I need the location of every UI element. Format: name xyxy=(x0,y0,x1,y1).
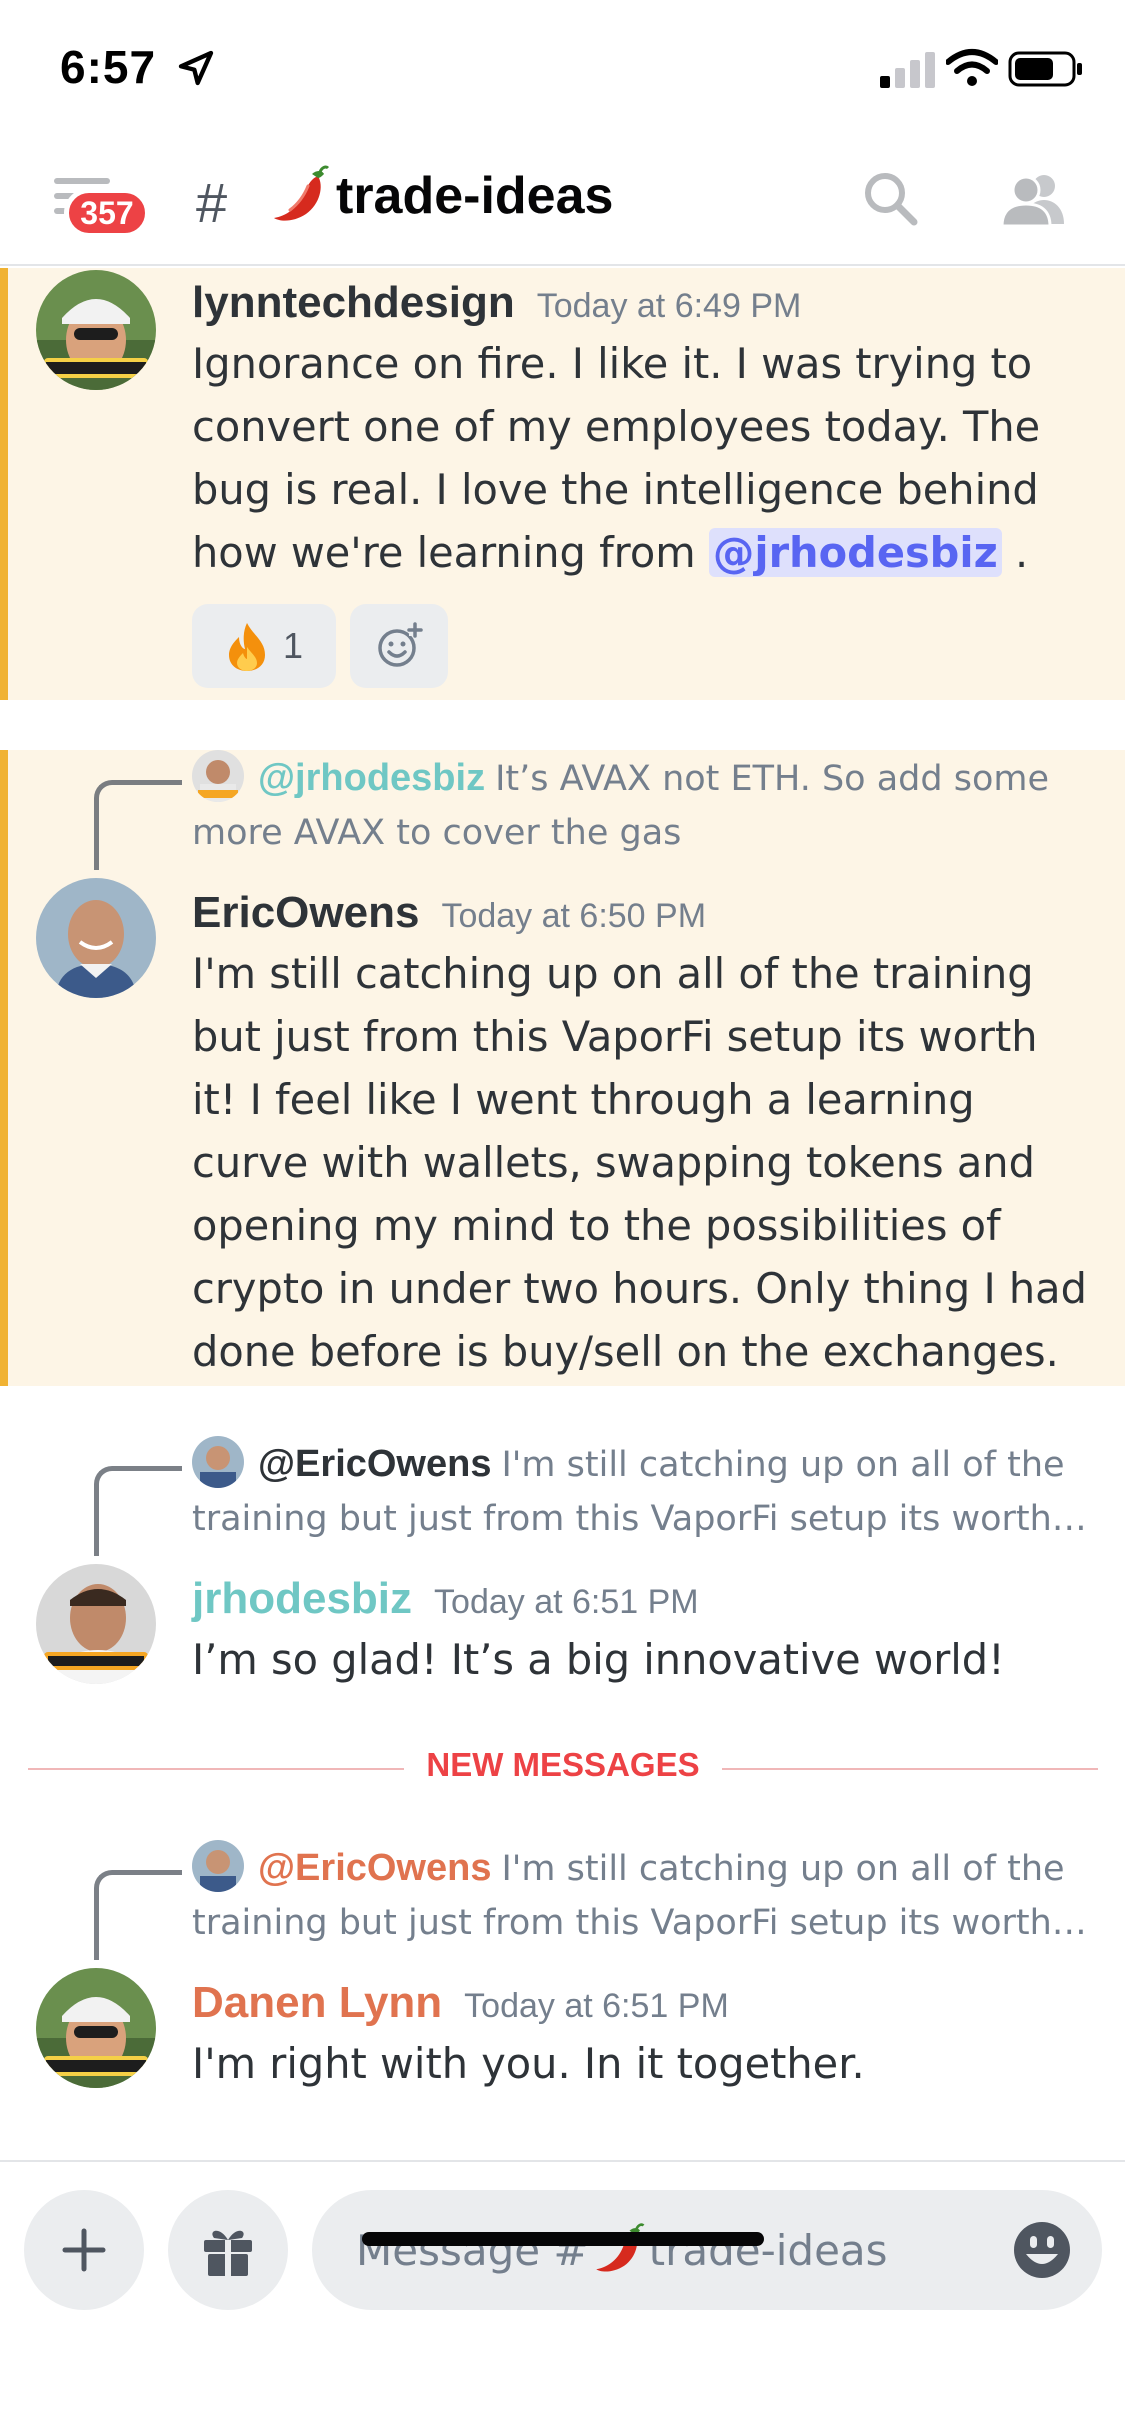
avatar[interactable] xyxy=(36,1564,156,1684)
reaction-count: 1 xyxy=(282,625,304,666)
reply-avatar xyxy=(192,750,244,802)
gift-button[interactable] xyxy=(168,2190,288,2310)
fire-reaction[interactable]: 1 xyxy=(192,604,336,688)
user-mention[interactable]: @jrhodesbiz xyxy=(708,528,1002,577)
channel-name: trade-ideas xyxy=(336,167,614,225)
avatar[interactable] xyxy=(36,878,156,998)
message-jrhodesbiz[interactable]: @EricOwens I'm still catching up on all o… xyxy=(0,1436,1125,1696)
author-name[interactable]: EricOwens xyxy=(192,888,419,938)
message-lynntechdesign[interactable]: lynntechdesign Today at 6:49 PM Ignoranc… xyxy=(0,268,1125,700)
reply-avatar xyxy=(192,1840,244,1892)
reply-text: It’s AVAX not ETH. So add some xyxy=(495,759,1049,799)
add-reaction-icon xyxy=(378,622,423,667)
channel-header: 357 # trade-ideas xyxy=(0,140,1125,266)
message-text: Ignorance on fire. I like it. I was tryi… xyxy=(192,332,1092,584)
message-text: I'm right with you. In it together. xyxy=(192,2039,865,2088)
unread-badge: 357 xyxy=(64,188,150,238)
fire-icon xyxy=(228,623,265,671)
reply-text: I'm still catching up on all of the xyxy=(501,1849,1065,1889)
avatar[interactable] xyxy=(36,270,156,390)
message-text: I'm still catching up on all of the trai… xyxy=(192,949,1087,1376)
reactions: 1 xyxy=(192,604,448,688)
author-name[interactable]: jrhodesbiz xyxy=(192,1574,412,1624)
timestamp: Today at 6:51 PM xyxy=(434,1583,699,1621)
message-text: I’m so glad! It’s a big innovative world… xyxy=(192,1635,1005,1684)
reply-author[interactable]: @jrhodesbiz xyxy=(258,757,485,799)
members-icon[interactable] xyxy=(1000,170,1066,226)
channel-title[interactable]: trade-ideas xyxy=(268,164,613,228)
new-messages-label: NEW MESSAGES xyxy=(426,1746,700,1783)
reply-author[interactable]: @EricOwens xyxy=(258,1443,491,1485)
author-name[interactable]: lynntechdesign xyxy=(192,278,515,328)
reply-reference[interactable]: @EricOwens I'm still catching up on all o… xyxy=(192,1840,1092,1950)
avatar[interactable] xyxy=(36,1968,156,2088)
add-reaction-button[interactable] xyxy=(350,604,448,688)
reply-connector xyxy=(94,1466,182,1556)
reply-avatar xyxy=(192,1436,244,1488)
battery-icon xyxy=(1008,51,1082,87)
reply-author[interactable]: @EricOwens xyxy=(258,1847,491,1889)
gift-icon xyxy=(204,2230,252,2276)
pepper-icon xyxy=(595,2223,645,2272)
wifi-icon xyxy=(946,49,998,86)
reply-text: training but just from this VaporFi setu… xyxy=(192,1903,1087,1943)
location-arrow-icon xyxy=(178,50,214,86)
reply-text: more AVAX to cover the gas xyxy=(192,813,682,853)
reply-reference[interactable]: @EricOwens I'm still catching up on all o… xyxy=(192,1436,1092,1546)
reply-connector xyxy=(94,780,182,870)
reply-text: training but just from this VaporFi setu… xyxy=(192,1499,1087,1539)
plus-icon xyxy=(62,2228,106,2272)
emoji-icon[interactable] xyxy=(1012,2220,1072,2280)
message-text-part: . xyxy=(1001,528,1029,577)
reply-reference[interactable]: @jrhodesbiz It’s AVAX not ETH. So add som… xyxy=(192,750,1092,860)
signal-icon xyxy=(880,52,935,88)
message-danen-lynn[interactable]: @EricOwens I'm still catching up on all o… xyxy=(0,1840,1125,2100)
new-messages-divider: NEW MESSAGES xyxy=(28,1746,1098,1790)
status-time: 6:57 xyxy=(60,41,157,93)
home-indicator[interactable] xyxy=(362,2232,764,2246)
message-input[interactable]: Message # trade-ideas xyxy=(312,2190,1102,2310)
reply-connector xyxy=(94,1870,182,1960)
reply-text: I'm still catching up on all of the xyxy=(501,1445,1065,1485)
hash-icon: # xyxy=(196,171,228,234)
composer-bar: Message # trade-ideas xyxy=(0,2160,1125,2436)
timestamp: Today at 6:50 PM xyxy=(441,897,707,935)
pepper-icon xyxy=(274,165,330,221)
add-attachment-button[interactable] xyxy=(24,2190,144,2310)
search-icon[interactable] xyxy=(862,170,918,226)
message-ericowens[interactable]: @jrhodesbiz It’s AVAX not ETH. So add som… xyxy=(0,750,1125,1386)
timestamp: Today at 6:49 PM xyxy=(536,287,802,325)
timestamp: Today at 6:51 PM xyxy=(464,1987,729,2025)
author-name[interactable]: Danen Lynn xyxy=(192,1978,442,2028)
status-bar: 6:57 xyxy=(0,0,1125,140)
